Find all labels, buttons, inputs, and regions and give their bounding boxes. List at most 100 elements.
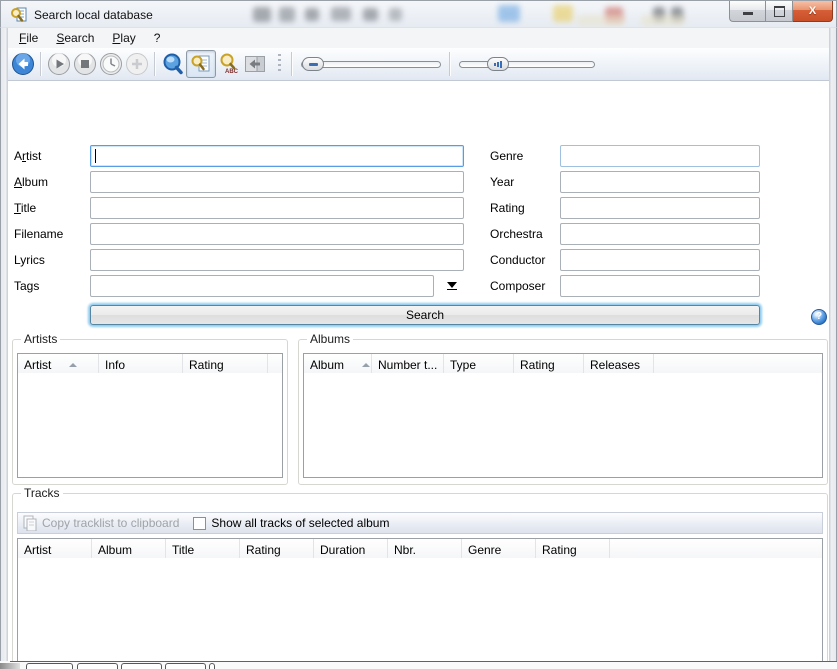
orchestra-label: Orchestra [490,227,543,241]
genre-label: Genre [490,149,523,163]
glass-blur-decoration [279,7,295,22]
albums-column-album[interactable]: Album [304,354,372,373]
menu-help[interactable]: ? [145,28,170,48]
artists-column-filler [268,354,282,373]
albums-panel-title: Albums [307,332,353,346]
history-icon [99,52,123,76]
position-slider[interactable] [301,51,441,77]
toolbar-grip[interactable] [278,54,281,74]
menu-file[interactable]: File [10,28,47,48]
glass-blur-decoration [641,15,685,26]
rating-input[interactable] [560,197,760,219]
filename-input[interactable] [90,223,464,245]
search-button-toolbar[interactable] [160,51,186,77]
tracks-list-body[interactable] [18,558,822,669]
background-window-fragment [0,661,837,669]
tracks-column-genre[interactable]: Genre [462,539,536,558]
show-all-tracks-checkbox[interactable] [193,517,206,530]
conductor-input[interactable] [560,249,760,271]
client-area: File Search Play ? [8,28,829,661]
tags-input[interactable] [90,275,434,297]
album-input[interactable] [90,171,464,193]
artists-column-info[interactable]: Info [99,354,183,373]
add-button[interactable] [124,51,150,77]
play-button[interactable] [46,51,72,77]
sort-asc-icon [69,363,77,367]
stop-button[interactable] [72,51,98,77]
chevron-down-icon [447,282,457,288]
copy-tracklist-button[interactable]: Copy tracklist to clipboard [22,515,179,531]
search-local-database-window: Search local database X File Search Play… [0,0,837,669]
artists-column-artist[interactable]: Artist [18,354,99,373]
search-local-database-button[interactable] [186,50,216,78]
albums-column-type[interactable]: Type [444,354,514,373]
tracks-column-album[interactable]: Album [92,539,166,558]
caption-buttons: X [729,1,833,22]
toolbar: ABC [8,48,829,81]
tracks-list-header: Artist Album Title Rating Duration Nbr. … [18,539,822,559]
albums-column-rating[interactable]: Rating [514,354,584,373]
albums-column-releases[interactable]: Releases [584,354,654,373]
menu-search[interactable]: Search [47,28,103,48]
tracks-column-artist[interactable]: Artist [18,539,92,558]
background-window-edge [10,661,837,662]
text-caret [95,149,96,163]
albums-column-number-tracks[interactable]: Number t... [372,354,444,373]
rating-label: Rating [490,201,525,215]
artists-list-body[interactable] [18,373,282,477]
tracks-toolbar: Copy tracklist to clipboard Show all tra… [17,512,823,534]
toolbar-separator [40,52,42,76]
tracks-list: Artist Album Title Rating Duration Nbr. … [17,538,823,669]
composer-label: Composer [490,279,545,293]
title-input[interactable] [90,197,464,219]
artists-column-rating[interactable]: Rating [183,354,268,373]
artists-panel-title: Artists [21,332,60,346]
import-icon [243,52,267,76]
close-button[interactable]: X [793,1,833,22]
lyrics-input[interactable] [90,249,464,271]
albums-list-body[interactable] [304,373,822,477]
orchestra-input[interactable] [560,223,760,245]
position-slider-thumb[interactable] [302,57,324,71]
albums-column-filler [654,354,822,373]
genre-input[interactable] [560,145,760,167]
tags-label: Tags [14,279,39,293]
window-border-right [829,28,837,661]
lyrics-label: Lyrics [14,253,45,267]
menu-play[interactable]: Play [103,28,144,48]
tracks-column-rating-2[interactable]: Rating [536,539,610,558]
composer-input[interactable] [560,275,760,297]
search-text-button[interactable]: ABC [216,51,242,77]
tracks-column-duration[interactable]: Duration [314,539,388,558]
back-button[interactable] [10,51,36,77]
albums-list-header: Album Number t... Type Rating Releases [304,354,822,374]
copy-icon [22,515,38,531]
tracks-column-title[interactable]: Title [166,539,240,558]
background-tab [121,663,162,669]
help-icon[interactable]: ? [811,309,827,325]
toolbar-separator [154,52,156,76]
volume-slider-thumb[interactable] [487,57,509,71]
show-all-tracks-label[interactable]: Show all tracks of selected album [211,516,389,530]
menubar: File Search Play ? [8,28,829,48]
year-input[interactable] [560,171,760,193]
volume-slider[interactable] [459,51,595,77]
import-button[interactable] [242,51,268,77]
titlebar[interactable]: Search local database X [0,0,837,28]
artist-input[interactable] [90,145,464,167]
maximize-button[interactable] [765,1,793,22]
tracks-column-rating[interactable]: Rating [240,539,314,558]
history-button[interactable] [98,51,124,77]
volume-slider-track[interactable] [459,61,595,68]
search-form: Artist Album Title Filename Lyrics Tags … [8,81,829,661]
search-button[interactable]: Search [90,305,760,325]
glass-blur-decoration [305,8,319,21]
glass-blur-decoration [389,8,402,21]
window-border-left [0,28,8,661]
minimize-button[interactable] [729,1,765,22]
tracks-column-nbr[interactable]: Nbr. [388,539,462,558]
glass-blur-decoration [363,8,378,21]
background-tab [26,663,73,669]
tags-dropdown-button[interactable] [440,277,464,295]
artists-list: Artist Info Rating [17,353,283,478]
